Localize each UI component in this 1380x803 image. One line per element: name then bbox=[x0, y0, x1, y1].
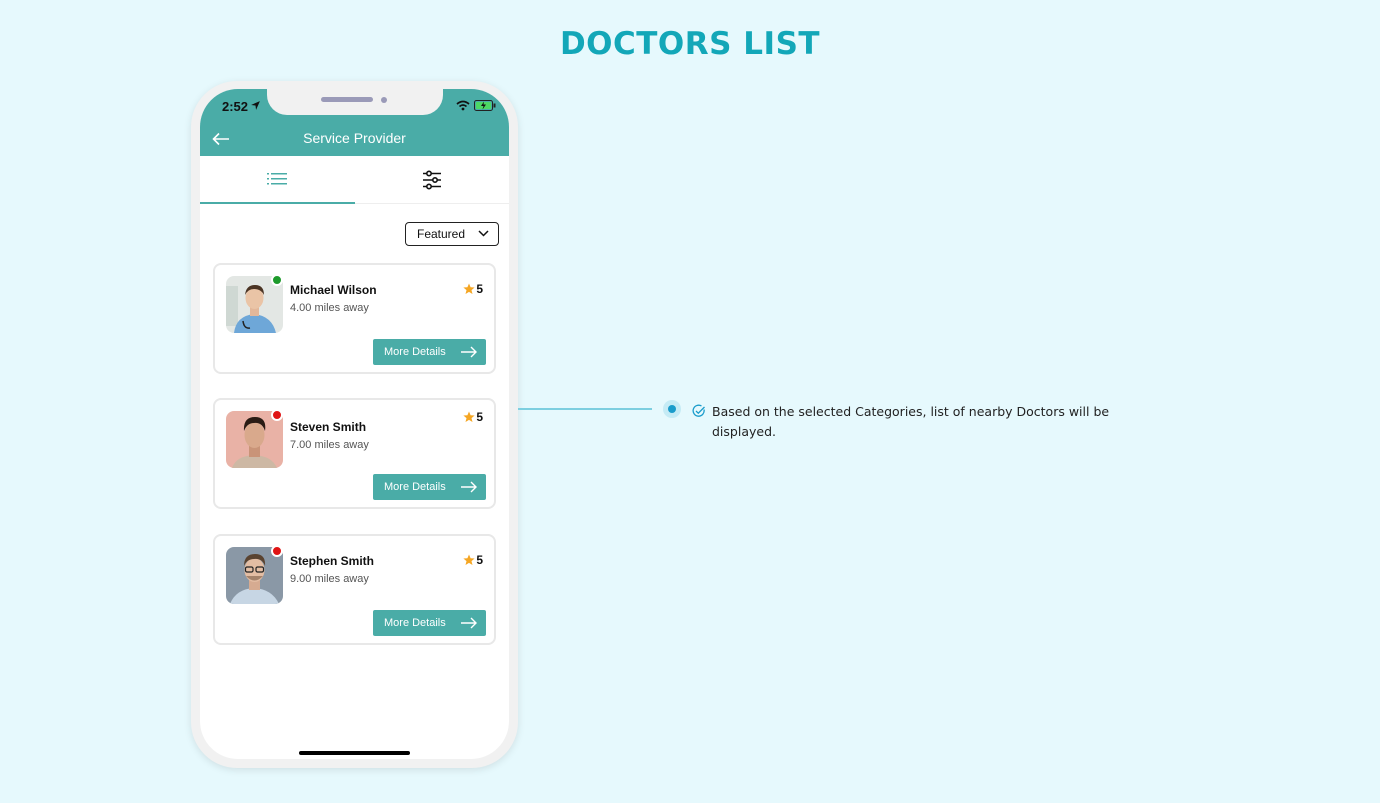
tab-list-view[interactable] bbox=[200, 156, 355, 204]
more-details-label: More Details bbox=[384, 481, 446, 493]
arrow-right-icon bbox=[461, 481, 477, 493]
wifi-icon bbox=[456, 100, 470, 111]
offline-status-indicator bbox=[271, 545, 283, 557]
doctor-card[interactable]: Stephen Smith 9.00 miles away 5 More Det… bbox=[213, 534, 496, 645]
sliders-icon bbox=[422, 170, 441, 190]
sort-selected-value: Featured bbox=[417, 227, 466, 241]
arrow-right-icon bbox=[461, 346, 477, 358]
online-status-indicator bbox=[271, 274, 283, 286]
phone-mockup: 2:52 Service Provider Featured Michael W… bbox=[191, 81, 518, 768]
star-icon bbox=[463, 554, 475, 565]
chevron-down-icon bbox=[478, 230, 489, 237]
more-details-button[interactable]: More Details bbox=[373, 610, 486, 636]
more-details-button[interactable]: More Details bbox=[373, 339, 486, 365]
location-arrow-icon bbox=[251, 101, 260, 110]
list-icon bbox=[267, 173, 288, 185]
annotation-connector-line bbox=[518, 408, 652, 410]
star-icon bbox=[463, 283, 475, 294]
doctor-card[interactable]: Michael Wilson 4.00 miles away 5 More De… bbox=[213, 263, 496, 374]
annotation-text: Based on the selected Categories, list o… bbox=[712, 404, 1110, 439]
doctor-name: Stephen Smith bbox=[290, 554, 375, 568]
page-title: DOCTORS LIST bbox=[559, 26, 821, 62]
doctor-distance: 9.00 miles away bbox=[290, 573, 369, 585]
notch bbox=[267, 89, 443, 115]
doctor-card[interactable]: Steven Smith 7.00 miles away 5 More Deta… bbox=[213, 398, 496, 509]
more-details-label: More Details bbox=[384, 617, 446, 629]
annotation-marker bbox=[663, 400, 681, 418]
doctor-rating: 5 bbox=[463, 282, 483, 296]
header-title: Service Provider bbox=[303, 130, 406, 146]
doctor-distance: 7.00 miles away bbox=[290, 439, 369, 451]
rating-value: 5 bbox=[476, 410, 483, 424]
battery-icon bbox=[474, 100, 496, 111]
more-details-label: More Details bbox=[384, 346, 446, 358]
annotation-marker-dot bbox=[668, 405, 676, 413]
speaker bbox=[321, 97, 373, 102]
doctor-rating: 5 bbox=[463, 410, 483, 424]
sort-dropdown[interactable]: Featured bbox=[405, 222, 499, 246]
more-details-button[interactable]: More Details bbox=[373, 474, 486, 500]
tab-filters[interactable] bbox=[355, 156, 510, 204]
view-tabs bbox=[200, 156, 509, 204]
arrow-right-icon bbox=[461, 617, 477, 629]
doctor-name: Steven Smith bbox=[290, 420, 367, 434]
doctor-rating: 5 bbox=[463, 553, 483, 567]
rating-value: 5 bbox=[476, 282, 483, 296]
star-icon bbox=[463, 411, 475, 422]
home-indicator[interactable] bbox=[299, 751, 410, 755]
status-time: 2:52 bbox=[222, 99, 249, 114]
doctor-name: Michael Wilson bbox=[290, 283, 377, 297]
phone-screen: 2:52 Service Provider Featured Michael W… bbox=[200, 89, 509, 759]
offline-status-indicator bbox=[271, 409, 283, 421]
app-header: 2:52 Service Provider bbox=[200, 89, 509, 156]
camera bbox=[381, 97, 387, 103]
check-circle-icon bbox=[692, 404, 705, 417]
doctor-distance: 4.00 miles away bbox=[290, 302, 369, 314]
rating-value: 5 bbox=[476, 553, 483, 567]
